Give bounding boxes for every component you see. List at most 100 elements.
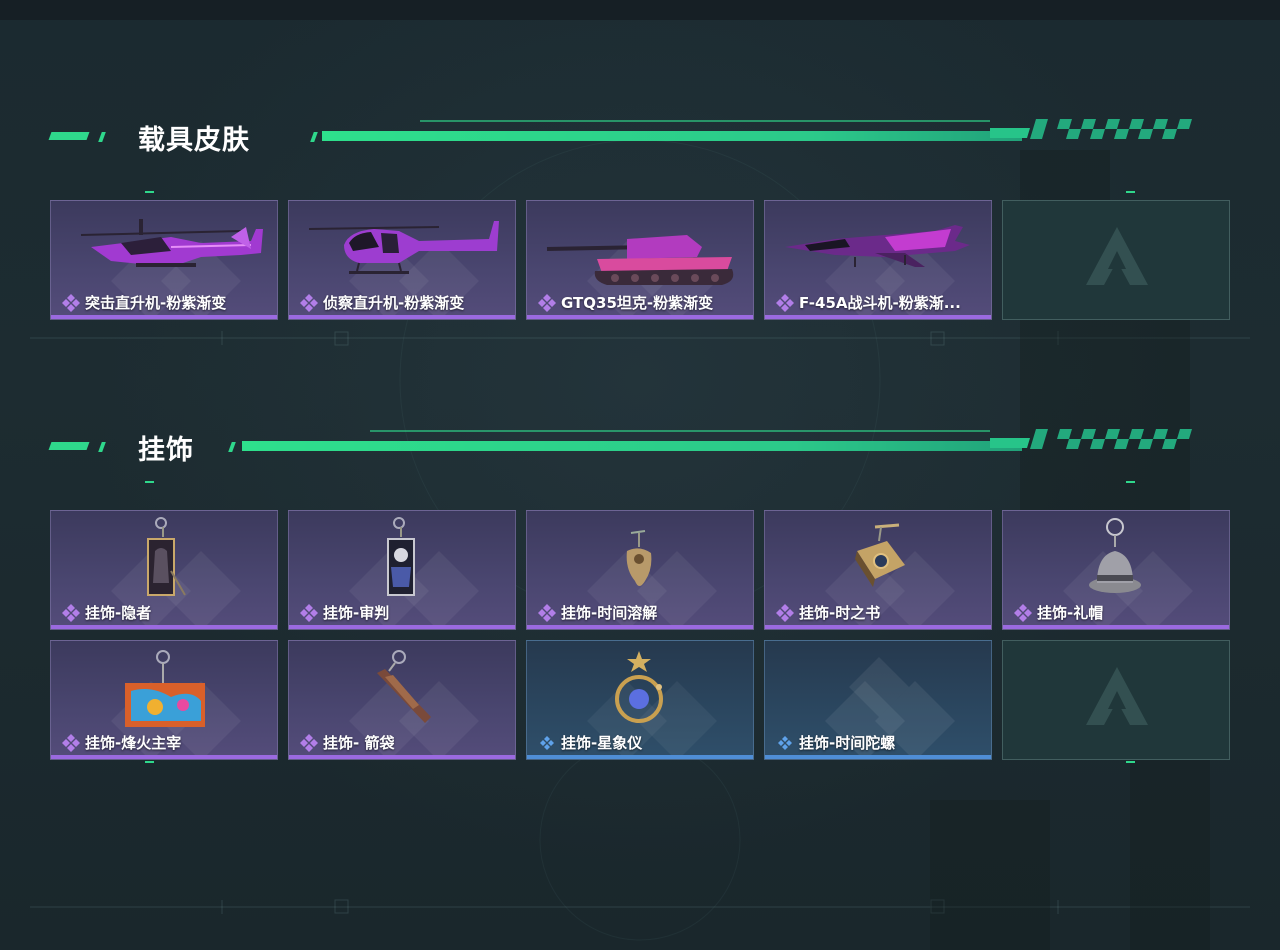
item-label-row: 挂饰-时间陀螺 — [775, 732, 895, 753]
item-label-row: 挂饰- 箭袋 — [299, 732, 394, 753]
header-accent-dash — [48, 442, 90, 450]
empty-slot — [1002, 200, 1230, 320]
item-label-row: 侦察直升机-粉紫渐变 — [299, 292, 464, 313]
item-card[interactable]: 挂饰-礼帽 — [1002, 510, 1230, 630]
header-accent-line — [322, 131, 1022, 141]
item-name: 挂饰-隐者 — [85, 604, 152, 622]
item-card[interactable]: 侦察直升机-粉紫渐变 — [288, 200, 516, 320]
header-accent-tick — [98, 132, 106, 142]
item-label-row: 挂饰-时之书 — [775, 602, 880, 623]
item-name: 挂饰-星象仪 — [561, 734, 643, 752]
rarity-diamond-icon — [778, 735, 792, 750]
item-label-row: 挂饰-烽火主宰 — [61, 732, 181, 753]
rarity-diamond-icon — [300, 293, 318, 312]
item-name: 挂饰- 箭袋 — [323, 734, 395, 752]
header-checker-pattern — [990, 429, 1192, 449]
corner-marker — [1126, 481, 1135, 483]
scout-helicopter-icon — [308, 221, 499, 274]
item-name: 挂饰-时之书 — [799, 604, 881, 622]
item-card[interactable]: 挂饰-时间陀螺 — [764, 640, 992, 760]
fighter-jet-icon — [785, 225, 970, 267]
top-bar — [0, 0, 1280, 20]
rarity-bar — [765, 315, 991, 319]
rarity-bar — [51, 625, 277, 629]
item-card[interactable]: F-45A战斗机-粉紫渐... — [764, 200, 992, 320]
graffiti-container-charm-icon — [125, 650, 205, 727]
hermit-card-charm-icon — [147, 517, 186, 596]
rarity-bar — [51, 315, 277, 319]
item-name: 挂饰-烽火主宰 — [85, 734, 182, 752]
item-name: 突击直升机-粉紫渐变 — [85, 294, 227, 312]
empty-slot — [1002, 640, 1230, 760]
section-title: 挂饰 — [138, 435, 194, 466]
item-card[interactable]: 突击直升机-粉紫渐变 — [50, 200, 278, 320]
rarity-bar — [765, 625, 991, 629]
item-card[interactable]: GTQ35坦克-粉紫渐变 — [526, 200, 754, 320]
rarity-diamond-icon — [776, 603, 794, 622]
item-card[interactable]: 挂饰-烽火主宰 — [50, 640, 278, 760]
rarity-bar — [289, 755, 515, 759]
tank-icon — [546, 235, 734, 285]
astrolabe-charm-icon — [615, 651, 663, 723]
rarity-bar — [765, 755, 991, 759]
empty-slot-logo-icon — [1086, 667, 1148, 725]
rarity-bar — [289, 625, 515, 629]
item-card[interactable]: 挂饰-时间溶解 — [526, 510, 754, 630]
corner-marker — [1126, 761, 1135, 763]
corner-marker — [145, 761, 154, 763]
rarity-diamond-icon — [776, 293, 794, 312]
item-name: 挂饰-时间溶解 — [561, 604, 658, 622]
rarity-diamond-icon — [62, 603, 80, 622]
item-label-row: 挂饰-礼帽 — [1013, 602, 1103, 623]
empty-slot-logo-icon — [1086, 227, 1148, 285]
header-accent-tick — [310, 132, 318, 142]
item-card[interactable]: 挂饰-审判 — [288, 510, 516, 630]
item-name: 挂饰-时间陀螺 — [799, 734, 896, 752]
rarity-diamond-icon — [300, 733, 318, 752]
rarity-bar — [527, 755, 753, 759]
item-card[interactable]: 挂饰-隐者 — [50, 510, 278, 630]
rarity-bar — [51, 755, 277, 759]
corner-marker — [1126, 191, 1135, 193]
header-thin-line — [370, 430, 990, 432]
section-header-vehicle-skins: 载具皮肤 — [48, 119, 1200, 156]
item-label-row: 挂饰-时间溶解 — [537, 602, 657, 623]
header-checker-pattern — [990, 119, 1192, 139]
attack-helicopter-icon — [80, 219, 263, 267]
rarity-diamond-icon — [540, 735, 554, 750]
rarity-diamond-icon — [62, 733, 80, 752]
rarity-diamond-icon — [538, 603, 556, 622]
judgment-card-charm-icon — [387, 517, 415, 596]
header-accent-tick — [98, 442, 106, 452]
section-title: 载具皮肤 — [138, 125, 250, 156]
item-card[interactable]: 挂饰- 箭袋 — [288, 640, 516, 760]
item-label-row: F-45A战斗机-粉紫渐... — [775, 292, 961, 313]
header-thin-line — [420, 120, 990, 122]
rarity-bar — [289, 315, 515, 319]
item-name: 挂饰-审判 — [323, 604, 390, 622]
section-header-charms: 挂饰 — [48, 429, 1200, 466]
top-hat-charm-icon — [1089, 518, 1141, 593]
item-card[interactable]: 挂饰-星象仪 — [526, 640, 754, 760]
item-label-row: 挂饰-审判 — [299, 602, 389, 623]
item-label-row: GTQ35坦克-粉紫渐变 — [537, 292, 713, 313]
item-name: F-45A战斗机-粉紫渐... — [799, 294, 961, 312]
item-name: 挂饰-礼帽 — [1037, 604, 1104, 622]
melting-clock-charm-icon — [626, 530, 652, 586]
item-name: 侦察直升机-粉紫渐变 — [323, 294, 465, 312]
header-accent-dash — [48, 132, 90, 140]
rarity-bar — [527, 315, 753, 319]
rarity-diamond-icon — [62, 293, 80, 312]
header-accent-line — [242, 441, 1022, 451]
rarity-diamond-icon — [538, 293, 556, 312]
item-label-row: 突击直升机-粉紫渐变 — [61, 292, 226, 313]
rarity-diamond-icon — [300, 603, 318, 622]
rarity-diamond-icon — [1014, 603, 1032, 622]
corner-marker — [145, 481, 154, 483]
rarity-bar — [527, 625, 753, 629]
quiver-charm-icon — [377, 650, 431, 723]
corner-marker — [145, 191, 154, 193]
rarity-bar — [1003, 625, 1229, 629]
item-label-row: 挂饰-星象仪 — [537, 732, 642, 753]
item-card[interactable]: 挂饰-时之书 — [764, 510, 992, 630]
